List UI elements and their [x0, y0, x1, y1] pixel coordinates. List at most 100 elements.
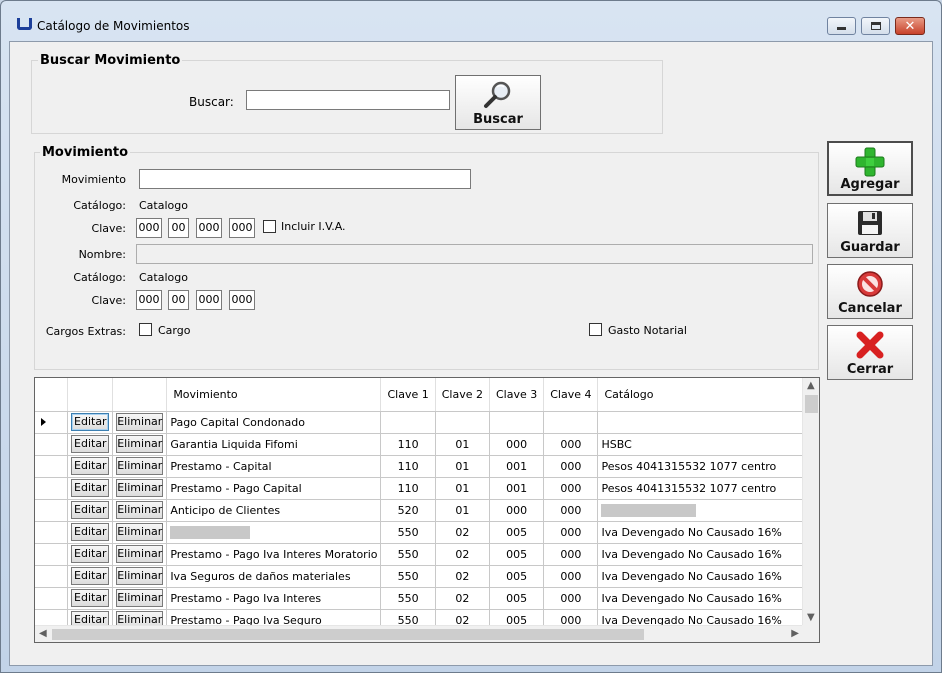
clave4-cell[interactable] [543, 411, 599, 434]
scroll-left-icon[interactable]: ◀ [39, 629, 47, 639]
clave2-cell[interactable]: 01 [435, 455, 490, 478]
movimiento-cell[interactable] [166, 521, 382, 544]
delete-row-button[interactable]: Eliminar [116, 501, 164, 519]
movimiento-cell[interactable]: Prestamo - Capital [166, 455, 382, 478]
clave2-cell[interactable]: 02 [435, 543, 490, 566]
clave1-cell[interactable]: 110 [380, 433, 436, 456]
clave1-cell[interactable]: 110 [380, 455, 436, 478]
table-row[interactable]: Editar Eliminar 550 02 005 000 Iva Devengado N… [35, 521, 819, 544]
scroll-right-icon[interactable]: ▶ [791, 629, 799, 639]
movimiento-input[interactable] [139, 169, 471, 189]
clave4-cell[interactable]: 000 [543, 477, 599, 500]
clave1-part4-input[interactable]: 000 [229, 218, 255, 238]
movimiento-cell[interactable]: Iva Seguros de daños materiales [166, 565, 382, 588]
clave2-cell[interactable]: 01 [435, 499, 490, 522]
clave2-cell[interactable]: 01 [435, 433, 490, 456]
row-header[interactable] [35, 477, 69, 500]
movimiento-cell[interactable]: Garantia Liquida Fifomi [166, 433, 382, 456]
clave3-cell[interactable] [489, 411, 545, 434]
table-row[interactable]: Editar Eliminar Prestamo - Pago Iva Intere… [35, 587, 819, 610]
clave3-cell[interactable]: 005 [489, 543, 545, 566]
cargo-checkbox[interactable] [139, 323, 152, 336]
column-header-clave1[interactable]: Clave 1 [380, 378, 436, 412]
clave3-cell[interactable]: 005 [489, 587, 545, 610]
row-header[interactable] [35, 499, 69, 522]
clave4-cell[interactable]: 000 [543, 521, 599, 544]
table-row[interactable]: Editar Eliminar Prestamo - Capital 110 01 001… [35, 455, 819, 478]
table-row[interactable]: Editar Eliminar Anticipo de Clientes 520 01 0… [35, 499, 819, 522]
clave2-cell[interactable]: 02 [435, 587, 490, 610]
scroll-up-icon[interactable]: ▲ [807, 381, 815, 391]
close-window-button[interactable]: ✕ [895, 17, 925, 35]
nombre-input[interactable] [136, 244, 813, 264]
catalogo-cell[interactable]: Pesos 4041315532 1077 centro [597, 477, 819, 500]
clave2-part4-input[interactable]: 000 [229, 290, 255, 310]
clave4-cell[interactable]: 000 [543, 433, 599, 456]
minimize-button[interactable] [827, 17, 856, 35]
catalogo-cell[interactable]: Iva Devengado No Causado 16% [597, 543, 819, 566]
clave3-cell[interactable]: 000 [489, 433, 545, 456]
guardar-button[interactable]: Guardar [827, 203, 913, 258]
title-bar[interactable]: Catálogo de Movimientos ✕ [1, 1, 941, 35]
scroll-down-icon[interactable]: ▼ [807, 613, 815, 623]
movimiento-cell[interactable]: Pago Capital Condonado [166, 411, 382, 434]
edit-row-button[interactable]: Editar [71, 413, 110, 431]
clave2-cell[interactable]: 02 [435, 565, 490, 588]
movimientos-grid[interactable]: Movimiento Clave 1 Clave 2 Clave 3 Clave… [34, 377, 820, 643]
delete-row-button[interactable]: Eliminar [116, 435, 164, 453]
clave3-cell[interactable]: 000 [489, 499, 545, 522]
edit-row-button[interactable]: Editar [71, 479, 110, 497]
vertical-scroll-thumb[interactable] [805, 395, 818, 413]
delete-row-button[interactable]: Eliminar [116, 545, 164, 563]
clave1-part2-input[interactable]: 00 [168, 218, 189, 238]
edit-row-button[interactable]: Editar [71, 501, 110, 519]
catalogo-cell[interactable]: Iva Devengado No Causado 16% [597, 565, 819, 588]
clave2-cell[interactable] [435, 411, 490, 434]
edit-row-button[interactable]: Editar [71, 545, 110, 563]
delete-row-button[interactable]: Eliminar [116, 457, 164, 475]
movimiento-cell[interactable]: Prestamo - Pago Iva Interes Moratorio [166, 543, 382, 566]
edit-row-button[interactable]: Editar [71, 567, 110, 585]
delete-row-button[interactable]: Eliminar [116, 589, 164, 607]
edit-row-button[interactable]: Editar [71, 435, 110, 453]
clave1-cell[interactable]: 110 [380, 477, 436, 500]
row-header[interactable] [35, 565, 69, 588]
clave2-cell[interactable]: 02 [435, 521, 490, 544]
clave1-cell[interactable]: 550 [380, 587, 436, 610]
agregar-button[interactable]: Agregar [827, 141, 913, 196]
catalogo-cell[interactable]: Iva Devengado No Causado 16% [597, 587, 819, 610]
clave1-cell[interactable] [380, 411, 436, 434]
row-header[interactable] [35, 521, 69, 544]
clave4-cell[interactable]: 000 [543, 565, 599, 588]
gasto-notarial-checkbox[interactable] [589, 323, 602, 336]
catalogo-cell[interactable]: Iva Devengado No Causado 16% [597, 521, 819, 544]
column-header-clave4[interactable]: Clave 4 [543, 378, 599, 412]
delete-row-button[interactable]: Eliminar [116, 413, 164, 431]
column-header-catalogo[interactable]: Catálogo [597, 378, 819, 412]
search-input[interactable] [246, 90, 450, 110]
row-header[interactable] [35, 543, 69, 566]
row-header[interactable] [35, 455, 69, 478]
incluir-iva-checkbox[interactable] [263, 220, 276, 233]
edit-row-button[interactable]: Editar [71, 589, 110, 607]
delete-row-button[interactable]: Eliminar [116, 479, 164, 497]
clave4-cell[interactable]: 000 [543, 587, 599, 610]
delete-row-button[interactable]: Eliminar [116, 523, 164, 541]
clave1-part1-input[interactable]: 000 [136, 218, 162, 238]
clave3-cell[interactable]: 001 [489, 455, 545, 478]
clave4-cell[interactable]: 000 [543, 543, 599, 566]
cancelar-button[interactable]: Cancelar [827, 264, 913, 319]
table-row[interactable]: Editar Eliminar Iva Seguros de daños mater… [35, 565, 819, 588]
clave3-cell[interactable]: 001 [489, 477, 545, 500]
clave3-cell[interactable]: 005 [489, 521, 545, 544]
catalogo-cell[interactable]: HSBC [597, 433, 819, 456]
cerrar-button[interactable]: Cerrar [827, 325, 913, 380]
column-header-movimiento[interactable]: Movimiento [166, 378, 382, 412]
clave1-cell[interactable]: 550 [380, 565, 436, 588]
clave1-cell[interactable]: 520 [380, 499, 436, 522]
table-row[interactable]: Editar Eliminar Prestamo - Pago Iva Intere… [35, 543, 819, 566]
table-row[interactable]: Editar Eliminar Garantia Liquida Fifomi 110… [35, 433, 819, 456]
edit-row-button[interactable]: Editar [71, 457, 110, 475]
horizontal-scrollbar[interactable]: ◀ ▶ [35, 625, 803, 642]
search-button[interactable]: Buscar [455, 75, 541, 130]
